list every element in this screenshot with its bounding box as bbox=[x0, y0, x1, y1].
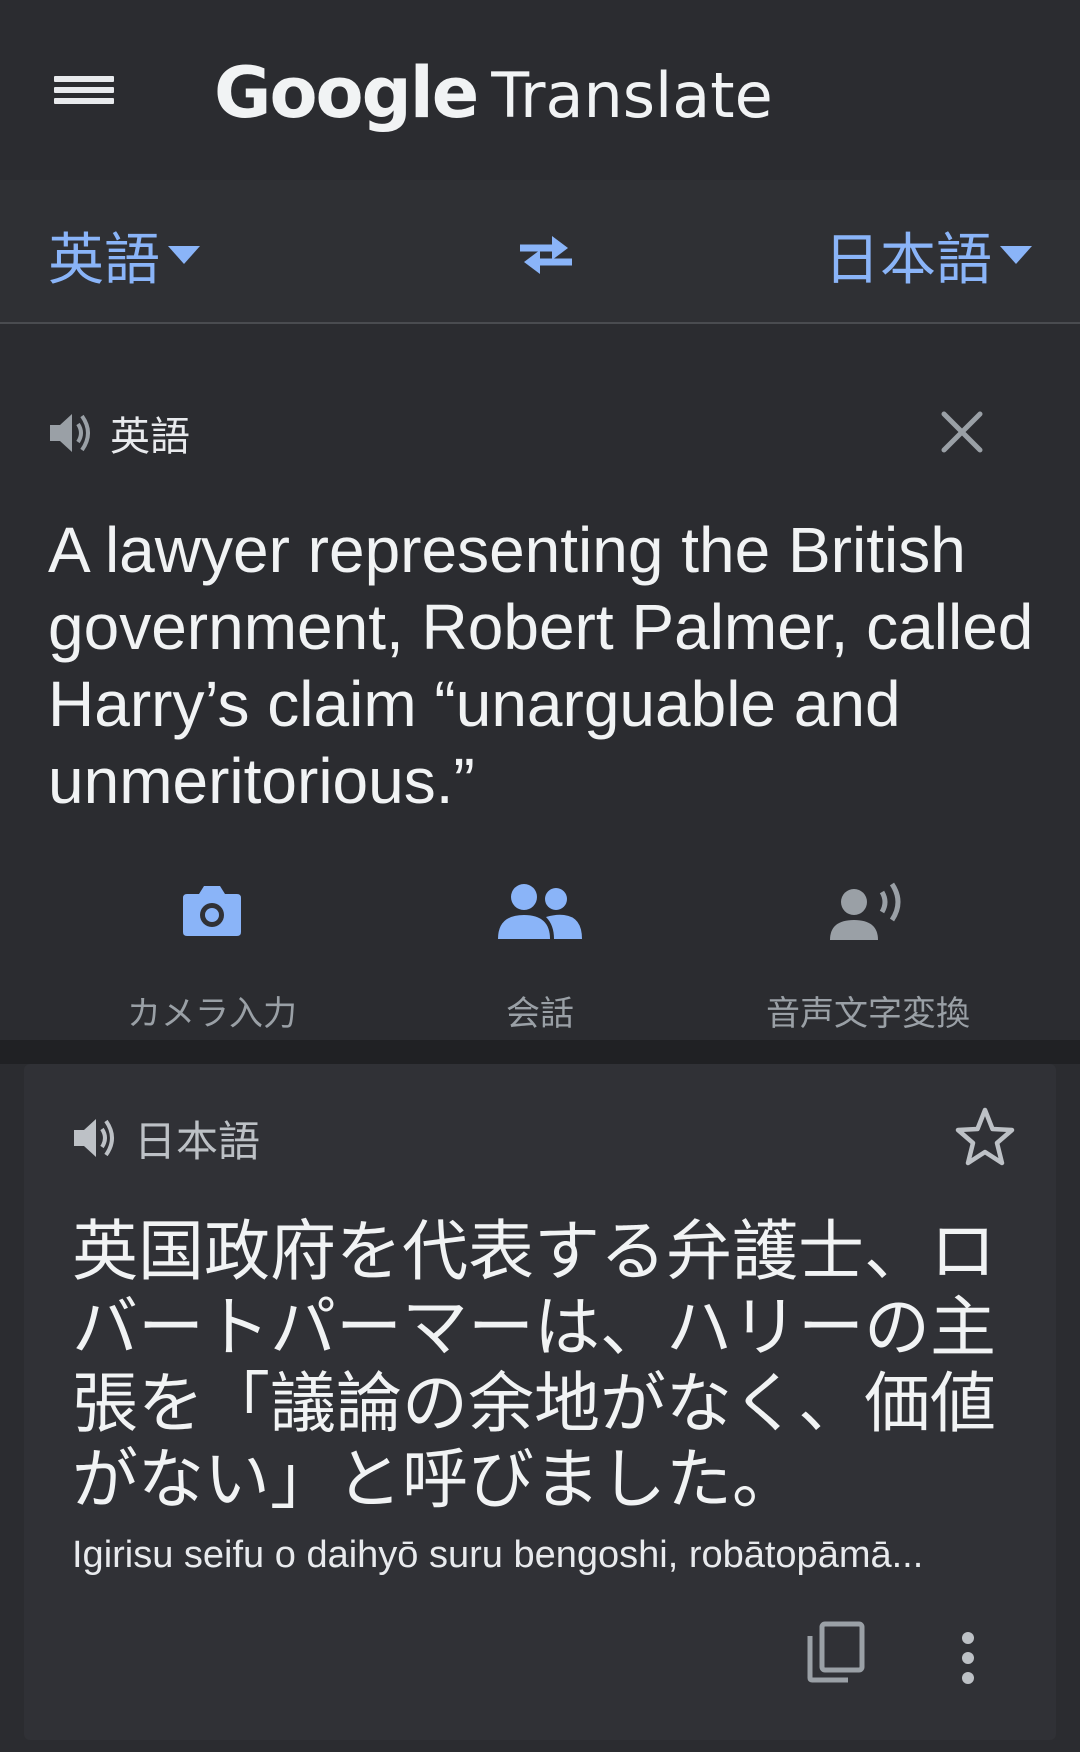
target-language-label: 日本語 bbox=[824, 227, 992, 293]
romanization-text: Igirisu seifu o daihyō suru bengoshi, ro… bbox=[72, 1534, 924, 1576]
source-text-input[interactable]: A lawyer representing the British govern… bbox=[48, 512, 1048, 820]
target-language-selector[interactable]: 日本語 bbox=[824, 220, 1032, 293]
conversation-button[interactable]: 会話 bbox=[390, 866, 690, 1036]
input-tools: カメラ入力 会話 音声文字変換 bbox=[0, 866, 1080, 1036]
transcribe-button[interactable]: 音声文字変換 bbox=[718, 866, 1018, 1036]
source-language-label: 英語 bbox=[48, 227, 160, 293]
source-language-selector[interactable]: 英語 bbox=[48, 220, 200, 293]
brand-product: Translate bbox=[491, 59, 773, 132]
speaker-icon[interactable] bbox=[72, 1115, 120, 1161]
camera-input-button[interactable]: カメラ入力 bbox=[62, 866, 362, 1036]
source-panel: 英語 A lawyer representing the British gov… bbox=[0, 326, 1080, 1040]
source-language-tag: 英語 bbox=[110, 414, 190, 460]
dropdown-caret-icon bbox=[1000, 246, 1032, 264]
close-icon[interactable] bbox=[940, 410, 984, 454]
speaker-icon[interactable] bbox=[48, 410, 96, 456]
copy-icon[interactable] bbox=[806, 1620, 866, 1684]
conversation-label: 会話 bbox=[506, 994, 574, 1034]
more-vert-icon[interactable] bbox=[958, 1630, 978, 1686]
swap-arrows-icon[interactable] bbox=[516, 226, 576, 282]
translation-result-card: 日本語 英国政府を代表する弁護士、ロバートパーマーは、ハリーの主張を「議論の余地… bbox=[24, 1064, 1056, 1740]
app-title: Google Translate bbox=[214, 52, 773, 134]
section-divider bbox=[0, 1040, 1080, 1064]
transcribe-label: 音声文字変換 bbox=[766, 994, 970, 1034]
star-outline-icon[interactable] bbox=[954, 1106, 1016, 1168]
source-header: 英語 bbox=[48, 408, 190, 460]
voice-transcribe-icon bbox=[830, 882, 901, 940]
app-bar: Google Translate bbox=[0, 0, 1080, 180]
camera-input-label: カメラ入力 bbox=[127, 994, 297, 1034]
translate-app: Google Translate 英語 日本語 英語 A lawyer repr… bbox=[0, 0, 1080, 1752]
language-bar: 英語 日本語 bbox=[0, 180, 1080, 324]
brand-google: Google bbox=[214, 52, 479, 134]
camera-icon bbox=[183, 886, 241, 936]
menu-icon[interactable] bbox=[50, 62, 118, 118]
translated-text: 英国政府を代表する弁護士、ロバートパーマーは、ハリーの主張を「議論の余地がなく、… bbox=[72, 1213, 996, 1518]
result-language-tag: 日本語 bbox=[134, 1116, 261, 1166]
dropdown-caret-icon bbox=[168, 246, 200, 264]
people-icon bbox=[498, 884, 582, 939]
result-header: 日本語 bbox=[72, 1110, 260, 1166]
